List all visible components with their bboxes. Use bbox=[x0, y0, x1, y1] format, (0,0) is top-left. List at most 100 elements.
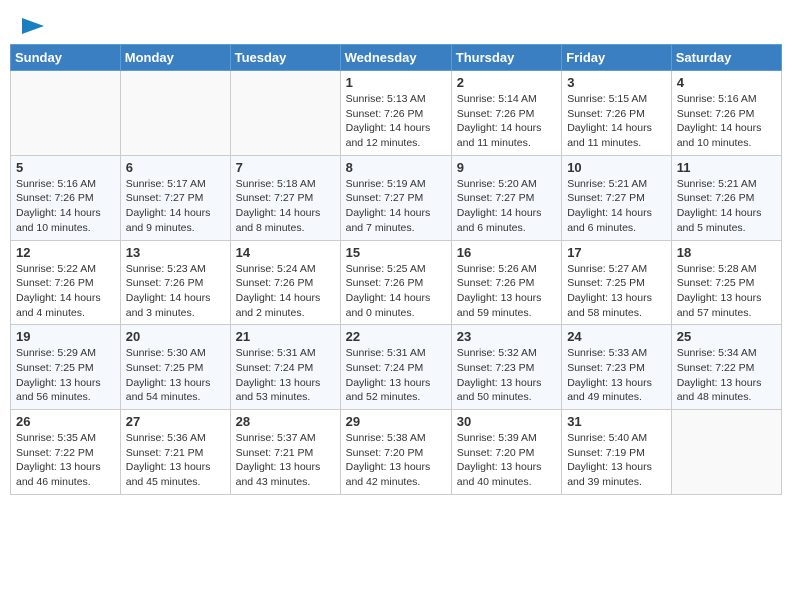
calendar-day-cell bbox=[120, 71, 230, 156]
calendar-day-cell: 27 Sunrise: 5:36 AM Sunset: 7:21 PM Dayli… bbox=[120, 410, 230, 495]
calendar-body: 1Sunrise: 5:13 AM Sunset: 7:26 PM Daylig… bbox=[11, 71, 782, 495]
calendar-day-cell: 19 Sunrise: 5:29 AM Sunset: 7:25 PM Dayli… bbox=[11, 325, 121, 410]
day-number: 2 bbox=[457, 75, 556, 90]
calendar-day-cell bbox=[230, 71, 340, 156]
day-number: 1 bbox=[346, 75, 446, 90]
logo bbox=[20, 18, 44, 34]
day-info: Sunrise: 5:40 AM Sunset: 7:19 PM Dayligh… bbox=[567, 431, 666, 490]
calendar-day-cell: 23 Sunrise: 5:32 AM Sunset: 7:23 PM Dayli… bbox=[451, 325, 561, 410]
calendar-day-cell: 25 Sunrise: 5:34 AM Sunset: 7:22 PM Dayli… bbox=[671, 325, 781, 410]
day-number: 14 bbox=[236, 245, 335, 260]
weekday-header-cell: Saturday bbox=[671, 45, 781, 71]
day-number: 17 bbox=[567, 245, 666, 260]
day-number: 13 bbox=[126, 245, 225, 260]
day-info: Sunrise: 5:36 AM Sunset: 7:21 PM Dayligh… bbox=[126, 431, 225, 490]
day-number: 4 bbox=[677, 75, 776, 90]
calendar-day-cell: 2 Sunrise: 5:14 AM Sunset: 7:26 PM Daylig… bbox=[451, 71, 561, 156]
day-number: 10 bbox=[567, 160, 666, 175]
day-number: 9 bbox=[457, 160, 556, 175]
day-number: 5 bbox=[16, 160, 115, 175]
calendar-day-cell: 30 Sunrise: 5:39 AM Sunset: 7:20 PM Dayli… bbox=[451, 410, 561, 495]
day-number: 27 bbox=[126, 414, 225, 429]
day-number: 7 bbox=[236, 160, 335, 175]
weekday-header-cell: Friday bbox=[562, 45, 672, 71]
day-number: 12 bbox=[16, 245, 115, 260]
day-number: 23 bbox=[457, 329, 556, 344]
calendar-day-cell: 1Sunrise: 5:13 AM Sunset: 7:26 PM Daylig… bbox=[340, 71, 451, 156]
day-info: Sunrise: 5:24 AM Sunset: 7:26 PM Dayligh… bbox=[236, 262, 335, 321]
calendar-day-cell: 18 Sunrise: 5:28 AM Sunset: 7:25 PM Dayli… bbox=[671, 240, 781, 325]
weekday-header-cell: Sunday bbox=[11, 45, 121, 71]
day-info: Sunrise: 5:19 AM Sunset: 7:27 PM Dayligh… bbox=[346, 177, 446, 236]
day-info: Sunrise: 5:32 AM Sunset: 7:23 PM Dayligh… bbox=[457, 346, 556, 405]
calendar-day-cell: 20Sunrise: 5:30 AM Sunset: 7:25 PM Dayli… bbox=[120, 325, 230, 410]
day-number: 30 bbox=[457, 414, 556, 429]
day-number: 24 bbox=[567, 329, 666, 344]
day-info: Sunrise: 5:33 AM Sunset: 7:23 PM Dayligh… bbox=[567, 346, 666, 405]
calendar-day-cell: 14 Sunrise: 5:24 AM Sunset: 7:26 PM Dayli… bbox=[230, 240, 340, 325]
day-info: Sunrise: 5:31 AM Sunset: 7:24 PM Dayligh… bbox=[346, 346, 446, 405]
day-number: 29 bbox=[346, 414, 446, 429]
day-number: 31 bbox=[567, 414, 666, 429]
day-info: Sunrise: 5:14 AM Sunset: 7:26 PM Dayligh… bbox=[457, 92, 556, 151]
day-info: Sunrise: 5:28 AM Sunset: 7:25 PM Dayligh… bbox=[677, 262, 776, 321]
calendar-week-row: 26 Sunrise: 5:35 AM Sunset: 7:22 PM Dayli… bbox=[11, 410, 782, 495]
calendar-day-cell: 22 Sunrise: 5:31 AM Sunset: 7:24 PM Dayli… bbox=[340, 325, 451, 410]
day-info: Sunrise: 5:30 AM Sunset: 7:25 PM Dayligh… bbox=[126, 346, 225, 405]
day-number: 28 bbox=[236, 414, 335, 429]
weekday-header-cell: Monday bbox=[120, 45, 230, 71]
day-info: Sunrise: 5:25 AM Sunset: 7:26 PM Dayligh… bbox=[346, 262, 446, 321]
day-number: 22 bbox=[346, 329, 446, 344]
calendar-day-cell: 13Sunrise: 5:23 AM Sunset: 7:26 PM Dayli… bbox=[120, 240, 230, 325]
calendar-day-cell: 26 Sunrise: 5:35 AM Sunset: 7:22 PM Dayli… bbox=[11, 410, 121, 495]
calendar-day-cell: 9 Sunrise: 5:20 AM Sunset: 7:27 PM Daylig… bbox=[451, 155, 561, 240]
day-number: 25 bbox=[677, 329, 776, 344]
calendar-day-cell bbox=[671, 410, 781, 495]
calendar-day-cell: 15Sunrise: 5:25 AM Sunset: 7:26 PM Dayli… bbox=[340, 240, 451, 325]
day-number: 6 bbox=[126, 160, 225, 175]
day-number: 8 bbox=[346, 160, 446, 175]
day-info: Sunrise: 5:27 AM Sunset: 7:25 PM Dayligh… bbox=[567, 262, 666, 321]
day-info: Sunrise: 5:29 AM Sunset: 7:25 PM Dayligh… bbox=[16, 346, 115, 405]
calendar-day-cell: 4Sunrise: 5:16 AM Sunset: 7:26 PM Daylig… bbox=[671, 71, 781, 156]
day-info: Sunrise: 5:38 AM Sunset: 7:20 PM Dayligh… bbox=[346, 431, 446, 490]
calendar-day-cell: 24 Sunrise: 5:33 AM Sunset: 7:23 PM Dayli… bbox=[562, 325, 672, 410]
day-info: Sunrise: 5:16 AM Sunset: 7:26 PM Dayligh… bbox=[16, 177, 115, 236]
weekday-header-cell: Tuesday bbox=[230, 45, 340, 71]
calendar-day-cell: 3 Sunrise: 5:15 AM Sunset: 7:26 PM Daylig… bbox=[562, 71, 672, 156]
day-info: Sunrise: 5:17 AM Sunset: 7:27 PM Dayligh… bbox=[126, 177, 225, 236]
day-number: 11 bbox=[677, 160, 776, 175]
day-info: Sunrise: 5:20 AM Sunset: 7:27 PM Dayligh… bbox=[457, 177, 556, 236]
day-number: 26 bbox=[16, 414, 115, 429]
calendar-day-cell bbox=[11, 71, 121, 156]
calendar-week-row: 19 Sunrise: 5:29 AM Sunset: 7:25 PM Dayli… bbox=[11, 325, 782, 410]
day-info: Sunrise: 5:21 AM Sunset: 7:26 PM Dayligh… bbox=[677, 177, 776, 236]
calendar-day-cell: 16Sunrise: 5:26 AM Sunset: 7:26 PM Dayli… bbox=[451, 240, 561, 325]
day-number: 18 bbox=[677, 245, 776, 260]
calendar-day-cell: 17 Sunrise: 5:27 AM Sunset: 7:25 PM Dayli… bbox=[562, 240, 672, 325]
day-info: Sunrise: 5:39 AM Sunset: 7:20 PM Dayligh… bbox=[457, 431, 556, 490]
calendar-day-cell: 29 Sunrise: 5:38 AM Sunset: 7:20 PM Dayli… bbox=[340, 410, 451, 495]
day-number: 19 bbox=[16, 329, 115, 344]
page-header bbox=[10, 10, 782, 38]
calendar-day-cell: 31 Sunrise: 5:40 AM Sunset: 7:19 PM Dayli… bbox=[562, 410, 672, 495]
weekday-header-cell: Wednesday bbox=[340, 45, 451, 71]
calendar-day-cell: 21Sunrise: 5:31 AM Sunset: 7:24 PM Dayli… bbox=[230, 325, 340, 410]
day-info: Sunrise: 5:18 AM Sunset: 7:27 PM Dayligh… bbox=[236, 177, 335, 236]
calendar-table: SundayMondayTuesdayWednesdayThursdayFrid… bbox=[10, 44, 782, 495]
day-info: Sunrise: 5:34 AM Sunset: 7:22 PM Dayligh… bbox=[677, 346, 776, 405]
day-info: Sunrise: 5:26 AM Sunset: 7:26 PM Dayligh… bbox=[457, 262, 556, 321]
calendar-day-cell: 10 Sunrise: 5:21 AM Sunset: 7:27 PM Dayli… bbox=[562, 155, 672, 240]
weekday-header-row: SundayMondayTuesdayWednesdayThursdayFrid… bbox=[11, 45, 782, 71]
day-info: Sunrise: 5:21 AM Sunset: 7:27 PM Dayligh… bbox=[567, 177, 666, 236]
calendar-week-row: 12 Sunrise: 5:22 AM Sunset: 7:26 PM Dayli… bbox=[11, 240, 782, 325]
day-number: 21 bbox=[236, 329, 335, 344]
day-number: 3 bbox=[567, 75, 666, 90]
logo-flag-icon bbox=[22, 18, 44, 34]
weekday-header-cell: Thursday bbox=[451, 45, 561, 71]
day-info: Sunrise: 5:37 AM Sunset: 7:21 PM Dayligh… bbox=[236, 431, 335, 490]
day-info: Sunrise: 5:15 AM Sunset: 7:26 PM Dayligh… bbox=[567, 92, 666, 151]
calendar-day-cell: 5 Sunrise: 5:16 AM Sunset: 7:26 PM Daylig… bbox=[11, 155, 121, 240]
day-info: Sunrise: 5:35 AM Sunset: 7:22 PM Dayligh… bbox=[16, 431, 115, 490]
day-info: Sunrise: 5:22 AM Sunset: 7:26 PM Dayligh… bbox=[16, 262, 115, 321]
